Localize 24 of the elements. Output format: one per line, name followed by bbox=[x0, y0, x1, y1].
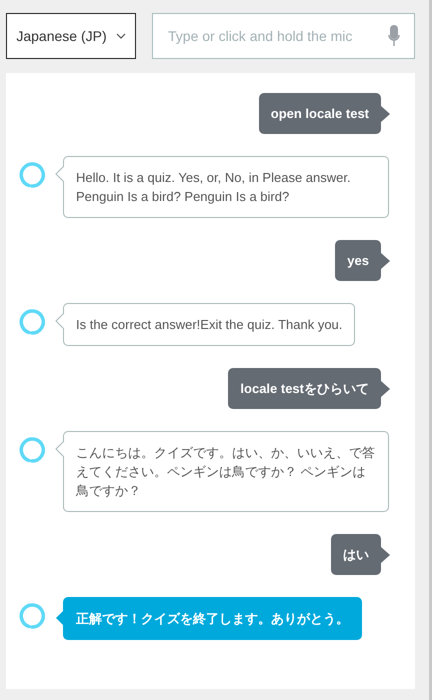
user-message-bubble: yes bbox=[335, 240, 381, 281]
assistant-ring-icon bbox=[19, 309, 45, 335]
user-message-bubble: open locale test bbox=[258, 93, 381, 134]
bubble-tail bbox=[55, 313, 64, 329]
assistant-message-bubble: 正解です！クイズを終了します。ありがとう。 bbox=[63, 597, 362, 640]
assistant-ring-icon bbox=[19, 603, 45, 629]
assistant-message-bubble: Hello. It is a quiz. Yes, or, No, in Please answer. Penguin Is a bird? Penguin Is a bird? bbox=[63, 156, 389, 218]
assistant-ring-icon bbox=[19, 162, 45, 188]
bubble-tail bbox=[55, 610, 64, 626]
bubble-tail bbox=[55, 166, 64, 182]
assistant-message-bubble: こんにちは。クイズです。はい、か、いいえ、で答えてください。ペンギンは鳥ですか？ ペンギンは鳥ですか？ bbox=[63, 431, 389, 512]
caret-icon bbox=[116, 33, 126, 39]
microphone-icon[interactable] bbox=[388, 25, 400, 47]
assistant-ring-icon bbox=[19, 437, 45, 463]
bubble-tail bbox=[381, 106, 390, 122]
bubble-tail bbox=[381, 381, 390, 397]
user-message-bubble: locale testをひらいて bbox=[228, 368, 381, 409]
bubble-tail bbox=[55, 441, 64, 457]
bubble-tail bbox=[381, 253, 390, 269]
language-select[interactable]: Japanese (JP) bbox=[6, 13, 136, 59]
user-message-bubble: はい bbox=[331, 534, 381, 575]
input-field[interactable]: Type or click and hold the mic bbox=[152, 13, 415, 59]
bubble-tail bbox=[381, 547, 390, 563]
assistant-message-bubble: Is the correct answer!Exit the quiz. Thank you. bbox=[63, 303, 356, 346]
